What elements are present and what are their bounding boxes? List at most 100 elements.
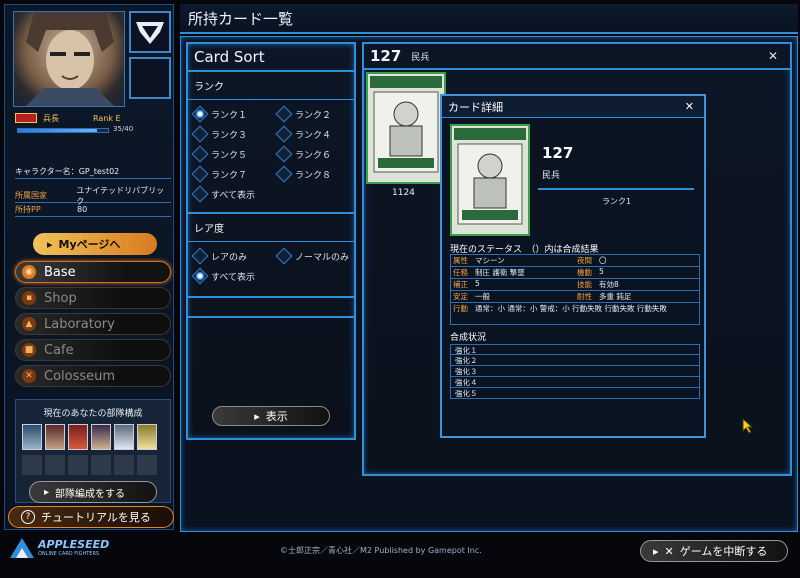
rarity-option[interactable]: レアのみ bbox=[191, 246, 278, 266]
squad-edit-button[interactable]: ▸ 部隊編成をする bbox=[29, 481, 157, 503]
squad-card[interactable] bbox=[114, 424, 134, 450]
squad-card[interactable] bbox=[68, 424, 88, 450]
empty-slot bbox=[137, 455, 157, 475]
stat-key: 技能 bbox=[577, 280, 592, 289]
card-detail-number: 127 bbox=[542, 144, 574, 162]
close-icon[interactable]: ✕ bbox=[768, 49, 778, 63]
squad-card[interactable] bbox=[137, 424, 157, 450]
rank-option[interactable]: ランク６ bbox=[275, 144, 358, 164]
nav-item-laboratory[interactable]: ▲ Laboratory bbox=[15, 313, 171, 335]
rank-option-label: ランク４ bbox=[295, 130, 332, 141]
nav-item-base[interactable]: ◉ Base bbox=[15, 261, 171, 283]
divider bbox=[538, 188, 694, 190]
card-sort-title: Card Sort bbox=[188, 44, 354, 72]
rarity-section-title: レア度 bbox=[188, 214, 354, 242]
cup-icon: ■ bbox=[22, 343, 36, 357]
card-number: 127 bbox=[370, 47, 402, 65]
globe-icon: ◉ bbox=[22, 265, 36, 279]
nav-item-colosseum[interactable]: ✕ Colosseum bbox=[15, 365, 171, 387]
squad-emblem-icon bbox=[129, 11, 171, 53]
nav-item-shop[interactable]: ▪ Shop bbox=[15, 287, 171, 309]
rarity-options: レアのみ ノーマルのみ すべて表示 bbox=[188, 242, 354, 290]
rarity-option-label: レアのみ bbox=[211, 252, 248, 263]
rank-row: 兵長 Rank E bbox=[15, 111, 171, 125]
character-portrait bbox=[13, 11, 125, 107]
mypage-button[interactable]: ▸ Myページへ bbox=[33, 233, 157, 255]
empty-slot bbox=[68, 455, 88, 475]
rank-option-label: ランク６ bbox=[295, 150, 332, 161]
close-icon[interactable]: ✕ bbox=[685, 100, 694, 113]
radio-icon bbox=[191, 125, 209, 143]
rank-option-label: ランク８ bbox=[295, 170, 332, 181]
rank-option-all[interactable]: すべて表示 bbox=[191, 184, 278, 204]
info-key: キャラクター名： bbox=[15, 167, 79, 176]
rarity-option[interactable]: ノーマルのみ bbox=[275, 246, 358, 266]
info-value: ユナイテッドリパブリック bbox=[76, 185, 165, 206]
nav-label: Cafe bbox=[44, 342, 74, 358]
info-value: GP_test02 bbox=[78, 167, 120, 176]
stat-value: 5 bbox=[475, 279, 480, 288]
card-thumbnail[interactable] bbox=[366, 72, 446, 184]
stat-value: 〇 bbox=[599, 256, 607, 265]
info-value: 80 bbox=[77, 205, 88, 214]
empty-slot bbox=[91, 455, 111, 475]
stat-key: 補正 bbox=[453, 280, 468, 289]
squad-card[interactable] bbox=[91, 424, 111, 450]
rank-option[interactable]: ランク２ bbox=[275, 104, 358, 124]
arrow-right-icon: ▸ bbox=[254, 409, 260, 423]
squad-edit-label: 部隊編成をする bbox=[55, 488, 126, 500]
synthesis-row: 強化２ bbox=[450, 355, 700, 366]
card-detail-title: カード詳細 bbox=[448, 100, 503, 114]
synthesis-title: 合成状況 bbox=[450, 333, 487, 343]
quit-label: ゲームを中断する bbox=[679, 545, 768, 558]
arrow-right-icon: ▸ bbox=[47, 237, 53, 251]
squad-card[interactable] bbox=[45, 424, 65, 450]
stat-key: 属性 bbox=[453, 256, 468, 265]
squad-card[interactable] bbox=[22, 424, 42, 450]
page-title: 所持カード一覧 bbox=[180, 4, 798, 34]
synthesis-list: 強化１ 強化２ 強化３ 強化４ 強化５ bbox=[450, 344, 700, 399]
card-detail-header: カード詳細 ✕ bbox=[442, 96, 704, 118]
stat-value: 通常：小 通常：小 警戒：小 行動失敗 行動失敗 行動失敗 bbox=[475, 304, 667, 313]
logo-subtext: ONLINE CARD FIGHTERS bbox=[38, 551, 100, 557]
radio-icon bbox=[191, 145, 209, 163]
rank-title: 兵長 bbox=[43, 113, 59, 123]
rank-option[interactable]: ランク８ bbox=[275, 164, 358, 184]
synthesis-row: 強化３ bbox=[450, 366, 700, 377]
stat-value: 5 bbox=[599, 267, 604, 276]
rank-option[interactable]: ランク１ bbox=[191, 104, 278, 124]
tutorial-button[interactable]: ? チュートリアルを見る bbox=[8, 506, 174, 528]
synthesis-row: 強化４ bbox=[450, 377, 700, 388]
rarity-option-label: すべて表示 bbox=[211, 272, 256, 283]
nav-label: Laboratory bbox=[44, 316, 115, 332]
mypage-label: Myページへ bbox=[58, 238, 121, 251]
radio-icon bbox=[275, 105, 293, 123]
rarity-option-all[interactable]: すべて表示 bbox=[191, 266, 278, 286]
stat-key: 機動 bbox=[577, 268, 592, 277]
nav-item-cafe[interactable]: ■ Cafe bbox=[15, 339, 171, 361]
card-sort-panel: Card Sort ランク ランク１ ランク２ ランク３ ランク４ ランク５ ラ… bbox=[186, 42, 356, 440]
card-count: 1124 bbox=[392, 188, 415, 198]
status-row: 任務 制圧 護衛 撃墜 機動 5 bbox=[450, 267, 700, 279]
show-button[interactable]: ▸ 表示 bbox=[212, 406, 330, 426]
rank-option[interactable]: ランク３ bbox=[191, 124, 278, 144]
empty-slot bbox=[45, 455, 65, 475]
empty-slot bbox=[114, 455, 134, 475]
rank-option[interactable]: ランク４ bbox=[275, 124, 358, 144]
radio-icon bbox=[191, 267, 209, 285]
rank-option[interactable]: ランク５ bbox=[191, 144, 278, 164]
nav-label: Shop bbox=[44, 290, 77, 306]
stat-value: 一般 bbox=[475, 292, 490, 301]
stat-key: 安定 bbox=[453, 292, 468, 301]
rarity-option-label: ノーマルのみ bbox=[295, 252, 350, 263]
status-row: 安定 一般 耐性 多重 鈍足 bbox=[450, 291, 700, 303]
radio-icon bbox=[191, 247, 209, 265]
quit-game-button[interactable]: ▸ ✕ ゲームを中断する bbox=[640, 540, 788, 562]
logo-text: APPLESEED bbox=[38, 538, 110, 551]
rank-option-label: ランク７ bbox=[211, 170, 248, 181]
rank-option-label: ランク３ bbox=[211, 130, 248, 141]
stat-value: 多重 鈍足 bbox=[599, 292, 632, 301]
status-row: 属性 マシーン 夜間〇 bbox=[450, 254, 700, 267]
rank-section-title: ランク bbox=[188, 72, 354, 100]
rank-option[interactable]: ランク７ bbox=[191, 164, 278, 184]
